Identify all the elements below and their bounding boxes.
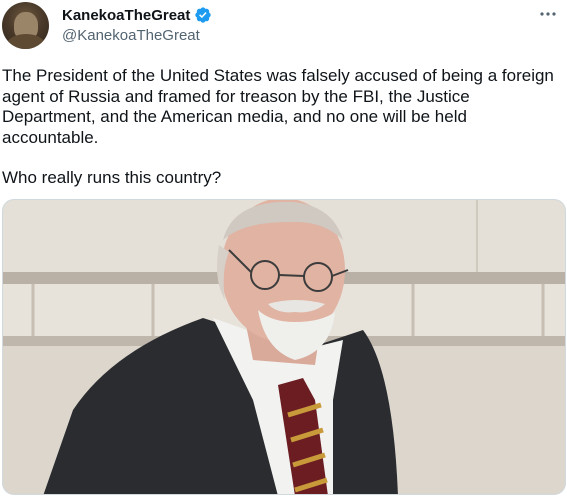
tweet-text: The President of the United States was f… xyxy=(2,66,554,147)
avatar-body xyxy=(6,34,46,49)
verified-badge-icon xyxy=(195,7,212,23)
more-horizontal-icon xyxy=(540,12,556,16)
more-options-button[interactable] xyxy=(535,4,561,24)
photo-illustration xyxy=(3,200,565,494)
avatar[interactable] xyxy=(2,2,49,49)
tweet-photo[interactable] xyxy=(2,199,566,495)
display-name[interactable]: KanekoaTheGreat xyxy=(62,7,190,24)
author-handle[interactable]: @KanekoaTheGreat xyxy=(62,27,200,44)
author-name-row: KanekoaTheGreat xyxy=(62,6,212,24)
tweet-question: Who really runs this country? xyxy=(2,168,222,187)
